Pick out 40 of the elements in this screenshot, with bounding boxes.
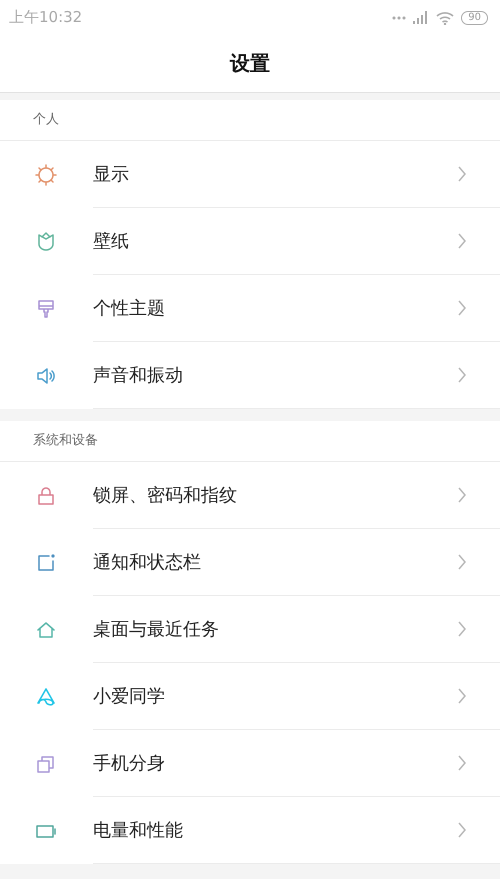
item-label: 小爱同学 xyxy=(93,685,165,708)
chevron-right-icon xyxy=(457,821,467,839)
section-header: 个人 xyxy=(0,100,500,141)
settings-item[interactable]: 个性主题 xyxy=(0,275,500,342)
settings-item[interactable]: 桌面与最近任务 xyxy=(0,596,500,663)
chevron-right-icon xyxy=(457,299,467,317)
chevron-right-icon xyxy=(457,553,467,571)
chevron-right-icon xyxy=(457,687,467,705)
item-label: 声音和振动 xyxy=(93,364,183,387)
settings-item[interactable]: 通知和状态栏 xyxy=(0,529,500,596)
more-icon xyxy=(392,16,406,20)
page-title: 设置 xyxy=(230,50,270,77)
settings-item[interactable]: 手机分身 xyxy=(0,730,500,797)
signal-icon xyxy=(413,11,430,24)
item-label: 锁屏、密码和指纹 xyxy=(93,484,237,507)
wifi-icon xyxy=(436,10,454,24)
chevron-right-icon xyxy=(457,620,467,638)
settings-item[interactable]: 显示 xyxy=(0,141,500,208)
item-label: 显示 xyxy=(93,163,129,186)
item-label: 桌面与最近任务 xyxy=(93,618,219,641)
item-label: 通知和状态栏 xyxy=(93,551,201,574)
chevron-right-icon xyxy=(457,232,467,250)
brightness-icon xyxy=(35,164,57,186)
status-time: 上午10:32 xyxy=(9,8,82,27)
battery-level: 90 xyxy=(461,10,488,24)
assistant-icon xyxy=(35,686,57,708)
chevron-right-icon xyxy=(457,486,467,504)
item-label: 电量和性能 xyxy=(93,819,183,842)
item-label: 手机分身 xyxy=(93,752,165,775)
settings-item[interactable]: 电量和性能 xyxy=(0,797,500,864)
settings-item[interactable]: 壁纸 xyxy=(0,208,500,275)
chevron-right-icon xyxy=(457,165,467,183)
chevron-right-icon xyxy=(457,366,467,384)
section-header: 系统和设备 xyxy=(0,421,500,462)
chevron-right-icon xyxy=(457,754,467,772)
settings-item[interactable]: 锁屏、密码和指纹 xyxy=(0,462,500,529)
item-label: 个性主题 xyxy=(93,297,165,320)
item-label: 壁纸 xyxy=(93,230,129,253)
settings-item[interactable]: 声音和振动 xyxy=(0,342,500,409)
settings-item[interactable]: 小爱同学 xyxy=(0,663,500,730)
